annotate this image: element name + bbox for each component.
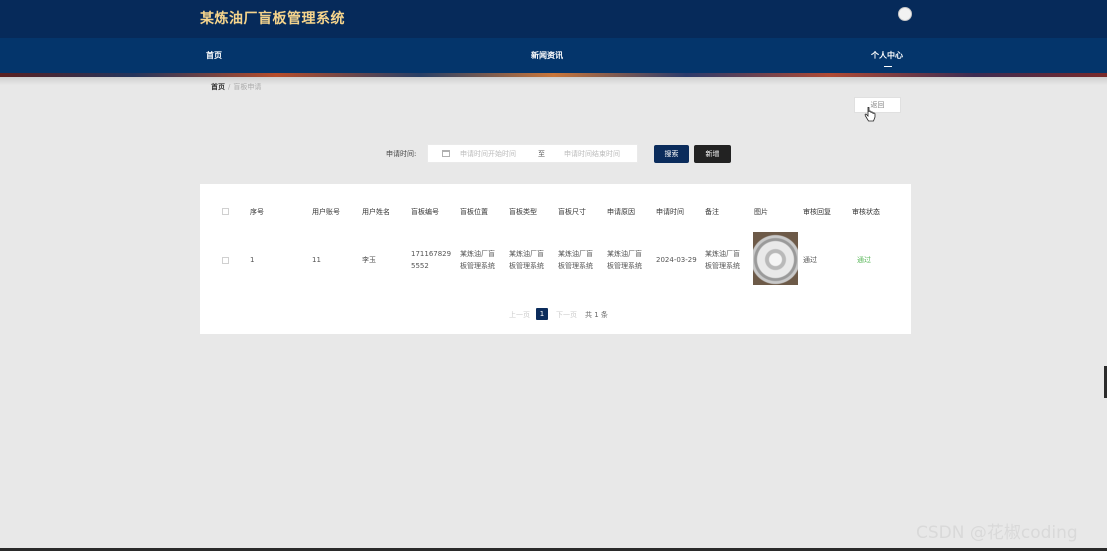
search-button[interactable]: 搜索 [654, 145, 689, 163]
select-all-checkbox[interactable] [222, 208, 229, 215]
column-header[interactable]: 申请原因 [607, 206, 635, 218]
column-header[interactable]: 用户账号 [312, 206, 340, 218]
status-badge: 通过 [857, 256, 871, 264]
date-range-picker[interactable]: 申请时间开始时间 至 申请时间结束时间 [427, 144, 638, 163]
cell-remark-line2: 板管理系统 [705, 262, 740, 270]
cell-account: 11 [312, 256, 321, 264]
row-checkbox[interactable] [222, 257, 229, 264]
cell-size-line1: 某炼油厂盲 [558, 250, 593, 258]
data-table: 序号 用户账号 用户姓名 盲板编号 盲板位置 盲板类型 盲板尺寸 申请原因 申请… [200, 184, 911, 334]
cell-type-line2: 板管理系统 [509, 262, 544, 270]
column-header[interactable]: 盲板类型 [509, 206, 537, 218]
pagination-next[interactable]: 下一页 [556, 310, 577, 320]
search-label: 申请时间: [386, 150, 417, 158]
app-title: 某炼油厂盲板管理系统 [200, 11, 345, 27]
watermark: CSDN @花椒coding [916, 523, 1078, 543]
header-shadow [0, 77, 1107, 85]
column-header[interactable]: 备注 [705, 206, 719, 218]
cell-remark: 某炼油厂盲 板管理系统 [705, 248, 740, 272]
cell-type-line1: 某炼油厂盲 [509, 250, 544, 258]
cell-reason-line1: 某炼油厂盲 [607, 250, 642, 258]
nav-item-news[interactable]: 新闻资讯 [531, 50, 563, 61]
top-header: 某炼油厂盲板管理系统 [0, 0, 1107, 38]
cell-reason: 某炼油厂盲 板管理系统 [607, 248, 642, 272]
column-header[interactable]: 申请时间 [656, 206, 684, 218]
pagination-total: 共 1 条 [585, 311, 608, 319]
cell-size-line2: 板管理系统 [558, 262, 593, 270]
cell-name: 李玉 [362, 256, 376, 264]
column-header[interactable]: 序号 [250, 206, 264, 218]
breadcrumb-separator: / [228, 83, 231, 91]
calendar-icon [442, 150, 450, 157]
pagination-page[interactable]: 1 [536, 308, 548, 320]
row-image-thumbnail[interactable] [753, 232, 798, 285]
breadcrumb: 首页 / 盲板申请 [211, 82, 261, 92]
column-header[interactable]: 图片 [754, 206, 768, 218]
column-header[interactable]: 审核状态 [852, 206, 880, 218]
cell-apply-time: 2024-03-29 [656, 256, 697, 264]
user-avatar-icon[interactable] [898, 7, 912, 21]
pagination-prev[interactable]: 上一页 [509, 310, 530, 320]
cell-size: 某炼油厂盲 板管理系统 [558, 248, 593, 272]
end-date-input[interactable]: 申请时间结束时间 [564, 149, 620, 159]
nav-active-indicator [884, 66, 892, 67]
cell-type: 某炼油厂盲 板管理系统 [509, 248, 544, 272]
column-header[interactable]: 盲板编号 [411, 206, 439, 218]
add-button[interactable]: 新增 [694, 145, 731, 163]
breadcrumb-current: 盲板申请 [233, 83, 262, 91]
cell-position: 某炼油厂盲 板管理系统 [460, 248, 495, 272]
hand-cursor-icon [864, 107, 876, 122]
column-header[interactable]: 审核回复 [803, 206, 831, 218]
back-button[interactable]: 返回 [854, 97, 901, 113]
cell-index: 1 [250, 256, 255, 264]
cell-reason-line2: 板管理系统 [607, 262, 642, 270]
cell-reply: 通过 [803, 256, 817, 264]
breadcrumb-home[interactable]: 首页 [211, 83, 225, 91]
cell-position-line2: 板管理系统 [460, 262, 495, 270]
cell-remark-line1: 某炼油厂盲 [705, 250, 740, 258]
column-header[interactable]: 盲板位置 [460, 206, 488, 218]
nav-item-home[interactable]: 首页 [206, 50, 222, 61]
cell-plate-no-line1: 171167829 [411, 250, 452, 258]
range-separator: 至 [538, 150, 545, 158]
start-date-input[interactable]: 申请时间开始时间 [460, 149, 516, 159]
column-header[interactable]: 盲板尺寸 [558, 206, 586, 218]
cell-plate-no: 171167829 5552 [411, 248, 451, 272]
cell-plate-no-line2: 5552 [411, 262, 429, 270]
cell-position-line1: 某炼油厂盲 [460, 250, 495, 258]
nav-item-profile[interactable]: 个人中心 [871, 50, 903, 61]
column-header[interactable]: 用户姓名 [362, 206, 390, 218]
